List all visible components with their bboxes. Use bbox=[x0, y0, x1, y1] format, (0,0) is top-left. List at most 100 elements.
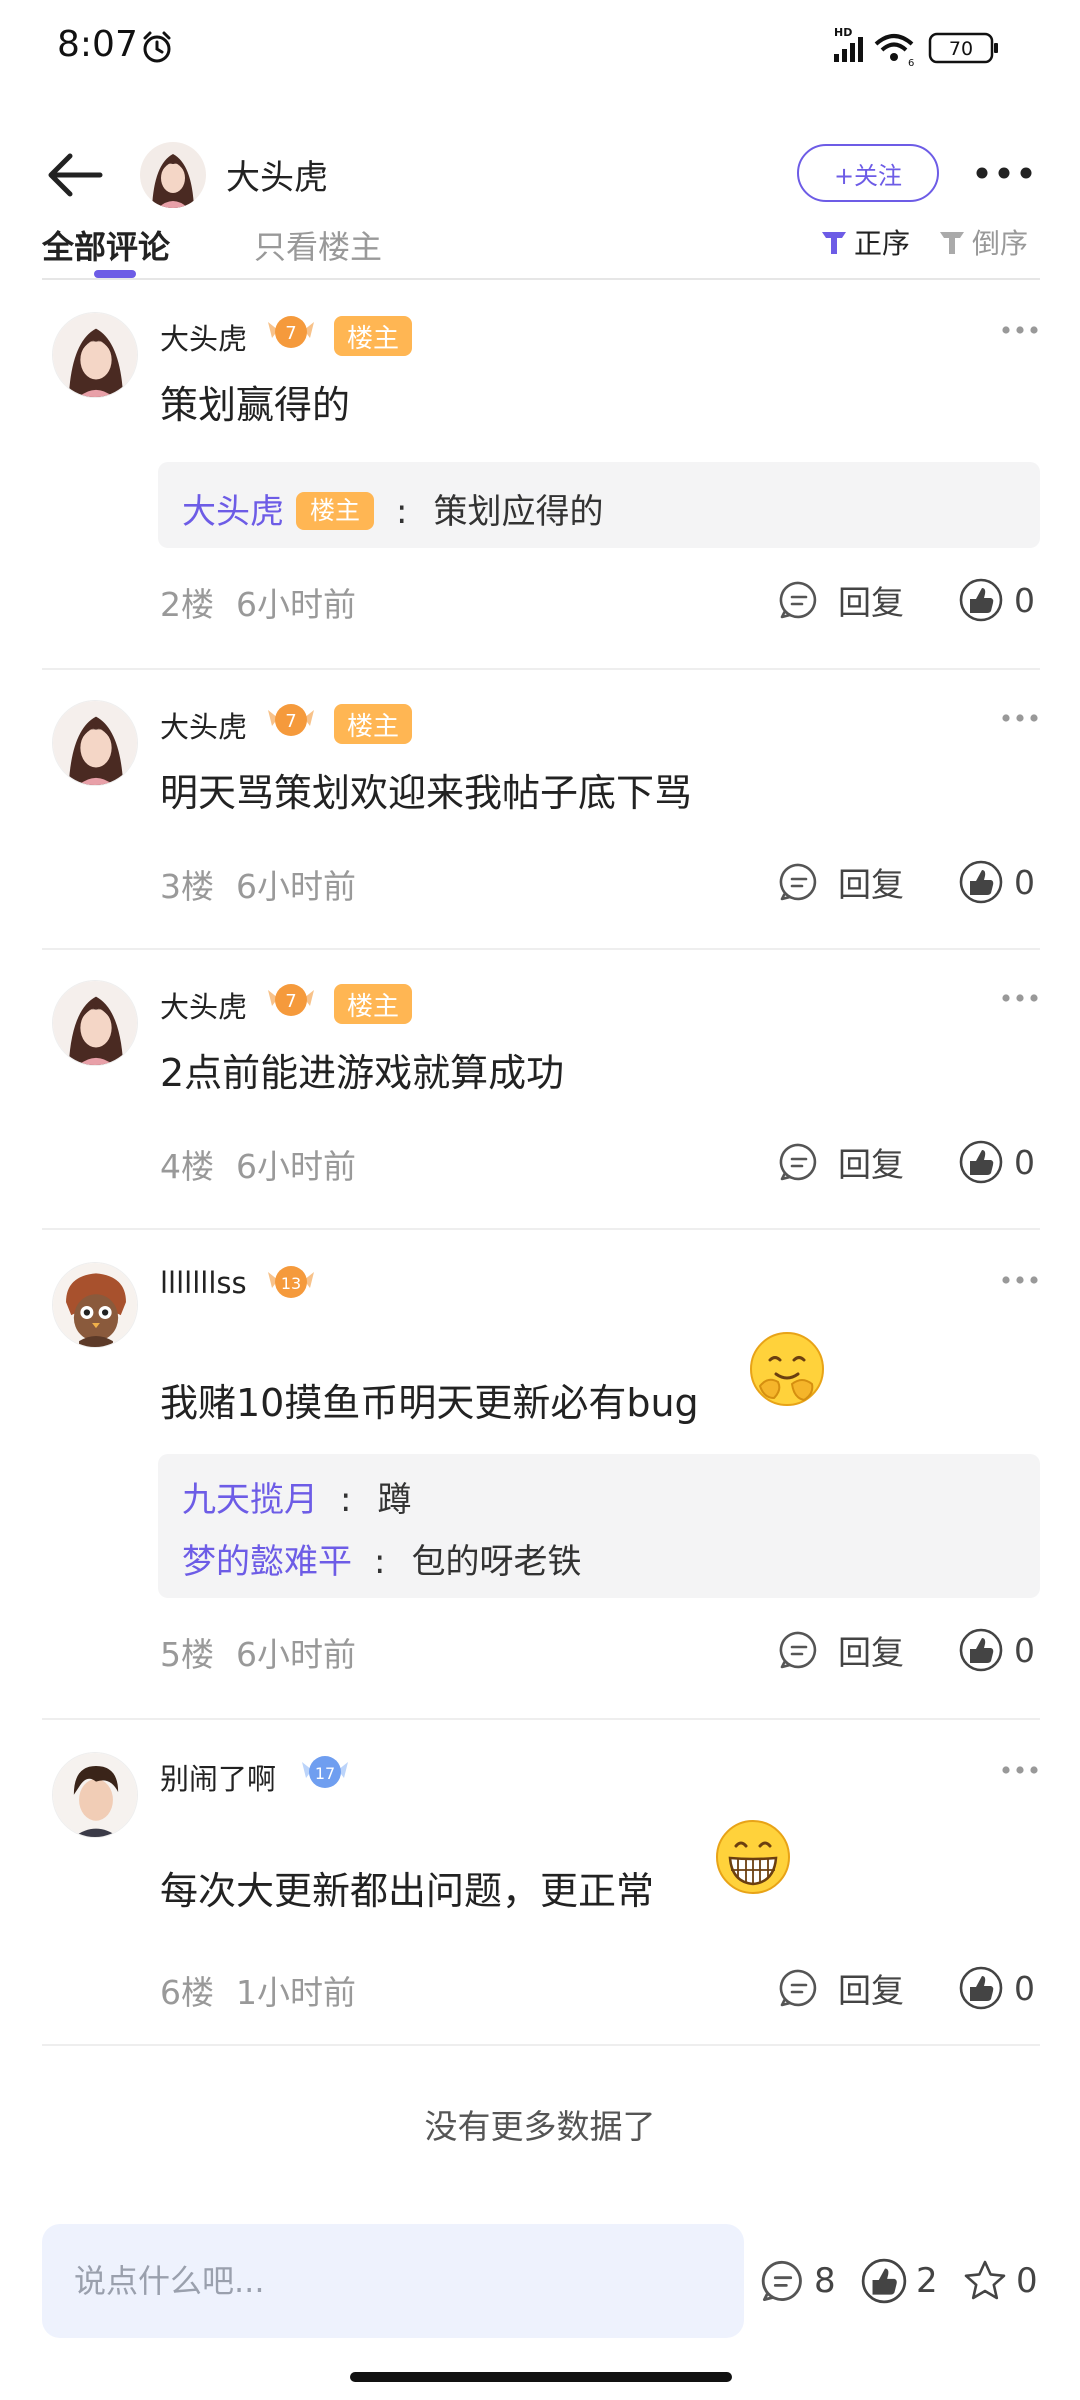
commenter-name: 大头虎 bbox=[160, 710, 248, 744]
reply-bubble-icon bbox=[779, 1143, 817, 1181]
battery-level: 70 bbox=[949, 38, 973, 60]
comment-more-icon[interactable] bbox=[1000, 1764, 1040, 1776]
commenter-name: 大头虎 bbox=[160, 990, 248, 1024]
comment-text[interactable]: 2点前能进游戏就算成功 bbox=[160, 1042, 564, 1097]
back-arrow-icon[interactable] bbox=[44, 145, 106, 205]
commenter-avatar[interactable] bbox=[52, 312, 138, 398]
floor-number: 2楼 bbox=[160, 585, 214, 624]
comment-text[interactable]: 每次大更新都出问题，更正常 bbox=[160, 1860, 654, 1915]
reply-text: 蹲 bbox=[377, 1480, 412, 1520]
home-indicator[interactable] bbox=[350, 2372, 732, 2382]
reply-author[interactable]: 梦的懿难平 bbox=[182, 1542, 352, 1582]
tab-owner-only[interactable]: 只看楼主 bbox=[254, 222, 382, 268]
favorite-button[interactable]: 0 bbox=[962, 2254, 1038, 2308]
sort-ascending-icon bbox=[822, 232, 846, 254]
commenter-avatar[interactable] bbox=[52, 980, 138, 1066]
comment-more-icon[interactable] bbox=[1000, 324, 1040, 336]
sort-ascending-label: 正序 bbox=[854, 227, 911, 260]
comment-text[interactable]: 策划赢得的 bbox=[160, 374, 350, 429]
reply-label: 回复 bbox=[838, 1145, 904, 1184]
comment-input[interactable] bbox=[42, 2224, 744, 2338]
reply-preview-box[interactable]: 大头虎 楼主: 策划应得的 bbox=[158, 462, 1040, 548]
comment-text[interactable]: 我赌10摸鱼币明天更新必有bug bbox=[160, 1372, 699, 1427]
author-name: 大头虎 bbox=[226, 158, 328, 198]
thumbs-up-icon bbox=[959, 1140, 1003, 1184]
reply-line: 梦的懿难平: 包的呀老铁 bbox=[182, 1542, 582, 1582]
like-count: 0 bbox=[1014, 1630, 1035, 1670]
like-button[interactable]: 0 bbox=[958, 858, 1035, 906]
comment-meta: 4楼 6小时前 bbox=[160, 1140, 356, 1188]
comment-count-button[interactable]: 8 bbox=[760, 2254, 836, 2308]
sort-descending-label: 倒序 bbox=[972, 227, 1029, 260]
level-badge: 17 bbox=[302, 1756, 348, 1788]
level-badge: 7 bbox=[268, 704, 314, 736]
level-badge: 13 bbox=[268, 1266, 314, 1298]
floor-number: 5楼 bbox=[160, 1635, 214, 1674]
comment-more-icon[interactable] bbox=[1000, 1274, 1040, 1286]
reply-author[interactable]: 大头虎 bbox=[182, 492, 284, 532]
comment-more-icon[interactable] bbox=[1000, 992, 1040, 1004]
comment-item: 大头虎 7 楼主 2点前能进游戏就算成功 4楼 6小时前 回复 0 bbox=[0, 980, 1080, 1210]
level-number: 17 bbox=[315, 1764, 335, 1783]
sort-descending-button[interactable]: 倒序 bbox=[938, 222, 1028, 262]
thumbs-up-icon bbox=[959, 860, 1003, 904]
reply-author[interactable]: 九天揽月 bbox=[182, 1480, 318, 1520]
comment-meta: 5楼 6小时前 bbox=[160, 1628, 356, 1676]
reply-button[interactable]: 回复 bbox=[778, 1626, 904, 1674]
reply-button[interactable]: 回复 bbox=[778, 858, 904, 906]
thumbs-up-icon bbox=[959, 1966, 1003, 2010]
like-count: 0 bbox=[1014, 1968, 1035, 2008]
alarm-clock-icon bbox=[143, 31, 171, 63]
comment-input-box[interactable] bbox=[42, 2224, 744, 2338]
comment-meta: 2楼 6小时前 bbox=[160, 578, 356, 626]
active-tab-indicator bbox=[94, 270, 136, 278]
owner-tag: 楼主 bbox=[334, 984, 412, 1024]
reply-text: 策划应得的 bbox=[433, 492, 604, 532]
star-icon bbox=[964, 2260, 1006, 2300]
sim-slot-label: 6 bbox=[908, 58, 914, 69]
reply-button[interactable]: 回复 bbox=[778, 1964, 904, 2012]
post-like-button[interactable]: 2 bbox=[860, 2254, 938, 2308]
comment-divider bbox=[42, 668, 1040, 670]
like-button[interactable]: 0 bbox=[958, 576, 1035, 624]
comment-meta: 6楼 1小时前 bbox=[160, 1966, 356, 2014]
reply-button[interactable]: 回复 bbox=[778, 576, 904, 624]
follow-button[interactable]: +关注 bbox=[797, 144, 939, 202]
like-count: 0 bbox=[1014, 580, 1035, 620]
reply-bubble-icon bbox=[779, 581, 817, 619]
comment-item: lllllllss 13 我赌10摸鱼币明天更新必有bug 九天揽月: 蹲 梦的懿… bbox=[0, 1262, 1080, 1702]
author-avatar[interactable] bbox=[140, 142, 206, 208]
reply-preview-box[interactable]: 九天揽月: 蹲 梦的懿难平: 包的呀老铁 bbox=[158, 1454, 1040, 1598]
thumbs-up-icon bbox=[861, 2258, 907, 2304]
comment-time: 6小时前 bbox=[236, 1635, 356, 1674]
comment-item: 别闹了啊 17 每次大更新都出问题，更正常 6楼 1小时前 回复 0 bbox=[0, 1752, 1080, 2042]
commenter-name: 别闹了啊 bbox=[160, 1762, 277, 1796]
reply-button[interactable]: 回复 bbox=[778, 1138, 904, 1186]
network-type-label: HD bbox=[834, 26, 852, 39]
like-button[interactable]: 0 bbox=[958, 1138, 1035, 1186]
sort-descending-icon bbox=[940, 232, 964, 254]
commenter-avatar[interactable] bbox=[52, 1752, 138, 1838]
comment-meta: 3楼 6小时前 bbox=[160, 860, 356, 908]
commenter-avatar[interactable] bbox=[52, 1262, 138, 1348]
more-options-icon[interactable] bbox=[972, 150, 1036, 196]
thumbs-up-icon bbox=[959, 578, 1003, 622]
comment-text[interactable]: 明天骂策划欢迎来我帖子底下骂 bbox=[160, 762, 692, 817]
comment-count: 8 bbox=[814, 2261, 836, 2301]
commenter-name: 大头虎 bbox=[160, 322, 248, 356]
hugging-face-emoji bbox=[750, 1332, 824, 1406]
status-bar: 8:07 HD 6 70 bbox=[0, 0, 1080, 95]
commenter-avatar[interactable] bbox=[52, 700, 138, 786]
tab-all-comments[interactable]: 全部评论 bbox=[42, 222, 170, 268]
status-time: 8:07 bbox=[57, 24, 138, 65]
comment-bubble-icon bbox=[761, 2260, 802, 2302]
like-count: 0 bbox=[1014, 1142, 1035, 1182]
sort-ascending-button[interactable]: 正序 bbox=[820, 222, 910, 262]
reply-bubble-icon bbox=[779, 1631, 817, 1669]
commenter-name: lllllllss bbox=[160, 1266, 247, 1300]
comment-more-icon[interactable] bbox=[1000, 712, 1040, 724]
reply-label: 回复 bbox=[838, 583, 904, 622]
comment-time: 1小时前 bbox=[236, 1973, 356, 2012]
like-button[interactable]: 0 bbox=[958, 1964, 1035, 2012]
like-button[interactable]: 0 bbox=[958, 1626, 1035, 1674]
